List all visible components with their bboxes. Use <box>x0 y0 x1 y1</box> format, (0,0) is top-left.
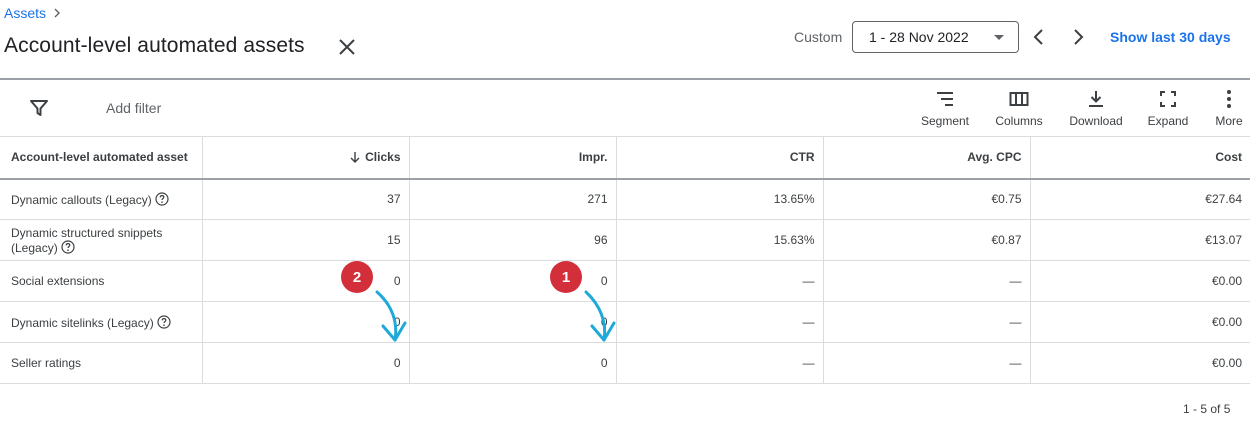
page-title: Account-level automated assets <box>4 34 305 57</box>
asset-name-cell: Social extensions <box>0 260 202 302</box>
more-vert-icon <box>1227 90 1231 108</box>
col-header-cost[interactable]: Cost <box>1029 136 1250 180</box>
help-icon[interactable] <box>155 192 169 206</box>
caret-down-icon <box>994 35 1004 40</box>
breadcrumb: Assets <box>4 5 62 21</box>
table-row[interactable]: Dynamic sitelinks (Legacy) 0 0— — €0.00 <box>0 301 1250 343</box>
annotation-badge-2: 2 <box>341 261 373 293</box>
cell-ctr: — <box>615 342 823 384</box>
cell-cpc: — <box>822 342 1030 384</box>
asset-name: Social extensions <box>11 274 105 288</box>
cell-ctr: 15.63% <box>615 219 823 261</box>
download-button[interactable]: Download <box>1056 88 1136 128</box>
divider <box>0 78 1250 80</box>
pagination-status: 1 - 5 of 5 <box>1183 402 1231 416</box>
columns-label: Columns <box>995 114 1043 128</box>
col-header-clicks-label: Clicks <box>365 150 401 165</box>
table-row[interactable]: Seller ratings 0 0— — €0.00 <box>0 342 1250 384</box>
segment-icon <box>937 92 953 106</box>
show-last-30-days-link[interactable]: Show last 30 days <box>1110 29 1231 45</box>
asset-name-cell: Dynamic structured snippets (Legacy) <box>0 219 202 261</box>
cell-clicks: 37 <box>201 178 409 220</box>
chevron-right-icon <box>54 8 61 18</box>
close-icon[interactable] <box>336 36 358 58</box>
asset-name: Seller ratings <box>11 356 82 370</box>
cell-impr: 0 <box>408 260 616 302</box>
col-header-ctr[interactable]: CTR <box>615 136 823 180</box>
chevron-right-icon[interactable] <box>1068 27 1088 47</box>
table-row[interactable]: Dynamic callouts (Legacy) 37 271 13.65% €0.7… <box>0 178 1250 220</box>
cell-cost: €27.64 <box>1029 178 1250 220</box>
more-button[interactable]: More <box>1189 88 1250 128</box>
help-icon[interactable] <box>61 239 75 254</box>
cell-ctr: — <box>615 260 823 302</box>
cell-clicks: 0 <box>201 342 409 384</box>
filter-icon[interactable] <box>29 98 49 118</box>
asset-name-cell: Dynamic callouts (Legacy) <box>0 178 202 220</box>
cell-cost: €13.07 <box>1029 219 1250 261</box>
date-range-label: Custom <box>794 29 843 45</box>
cell-cost: €0.00 <box>1029 301 1250 343</box>
annotation-badge-1: 1 <box>550 261 582 293</box>
cell-cost: €0.00 <box>1029 342 1250 384</box>
table-row[interactable]: Dynamic structured snippets (Legacy) 15 96… <box>0 219 1250 261</box>
asset-name: Dynamic sitelinks (Legacy) <box>11 315 154 330</box>
columns-icon <box>1009 92 1029 106</box>
assets-table: Account-level automated asset Clicks Imp… <box>0 136 1250 384</box>
table-row[interactable]: Social extensions 0 0— — €0.00 <box>0 260 1250 302</box>
segment-button[interactable]: Segment <box>905 88 985 128</box>
asset-name-cell: Dynamic sitelinks (Legacy) <box>0 301 202 343</box>
cell-cpc: — <box>822 260 1030 302</box>
asset-name: Dynamic callouts (Legacy) <box>11 192 152 207</box>
help-icon[interactable] <box>157 314 171 329</box>
col-header-asset[interactable]: Account-level automated asset <box>0 136 202 180</box>
cell-ctr: 13.65% <box>615 178 823 220</box>
asset-name: Dynamic structured snippets (Legacy) <box>11 225 163 255</box>
cell-impr: 96 <box>408 219 616 261</box>
cell-clicks: 0 <box>201 260 409 302</box>
add-filter-button[interactable]: Add filter <box>106 100 161 116</box>
cell-impr: 0 <box>408 301 616 343</box>
expand-label: Expand <box>1147 114 1189 128</box>
col-header-impr[interactable]: Impr. <box>408 136 616 180</box>
cell-cpc: — <box>822 301 1030 343</box>
columns-button[interactable]: Columns <box>979 88 1059 128</box>
asset-name-cell: Seller ratings <box>0 342 202 384</box>
cell-impr: 0 <box>408 342 616 384</box>
cell-cpc: €0.75 <box>822 178 1030 220</box>
cell-clicks: 15 <box>201 219 409 261</box>
cell-ctr: — <box>615 301 823 343</box>
cell-clicks: 0 <box>201 301 409 343</box>
col-header-clicks[interactable]: Clicks <box>201 136 409 180</box>
date-range-select[interactable]: 1 - 28 Nov 2022 <box>852 21 1019 53</box>
expand-icon <box>1160 91 1176 107</box>
date-range-value: 1 - 28 Nov 2022 <box>869 29 969 45</box>
cell-cost: €0.00 <box>1029 260 1250 302</box>
arrow-down-icon <box>350 152 360 164</box>
cell-impr: 271 <box>408 178 616 220</box>
breadcrumb-assets-link[interactable]: Assets <box>4 5 46 21</box>
more-label: More <box>1215 114 1243 128</box>
download-label: Download <box>1069 114 1123 128</box>
cell-cpc: €0.87 <box>822 219 1030 261</box>
table-header-row: Account-level automated asset Clicks Imp… <box>0 136 1250 180</box>
download-icon <box>1089 91 1103 107</box>
chevron-left-icon[interactable] <box>1029 27 1049 47</box>
col-header-avg-cpc[interactable]: Avg. CPC <box>822 136 1030 180</box>
segment-label: Segment <box>920 114 970 128</box>
